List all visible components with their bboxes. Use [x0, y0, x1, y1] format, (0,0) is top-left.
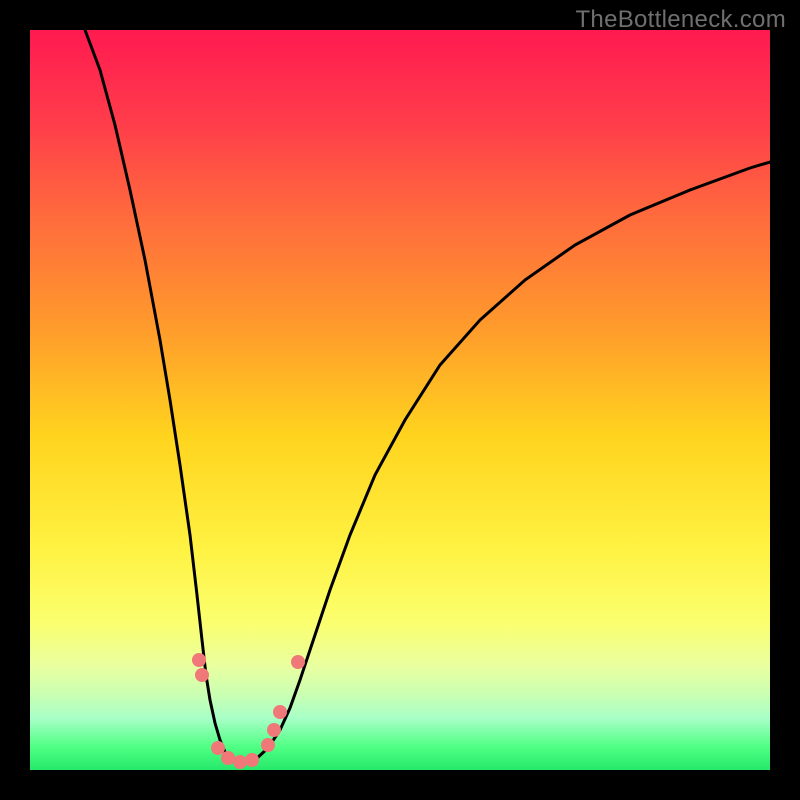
left-curve: [85, 30, 240, 765]
right-curve: [240, 162, 770, 765]
data-point-marker: [245, 753, 259, 767]
data-point-marker: [211, 741, 225, 755]
curve-svg: [30, 30, 770, 770]
data-point-marker: [273, 705, 287, 719]
plot-area: [30, 30, 770, 770]
chart-frame: TheBottleneck.com: [0, 0, 800, 800]
data-point-marker: [221, 751, 235, 765]
data-point-marker: [261, 738, 275, 752]
data-point-marker: [192, 653, 206, 667]
data-point-marker: [233, 755, 247, 769]
data-point-marker: [267, 723, 281, 737]
data-point-marker: [195, 668, 209, 682]
data-point-marker: [291, 655, 305, 669]
